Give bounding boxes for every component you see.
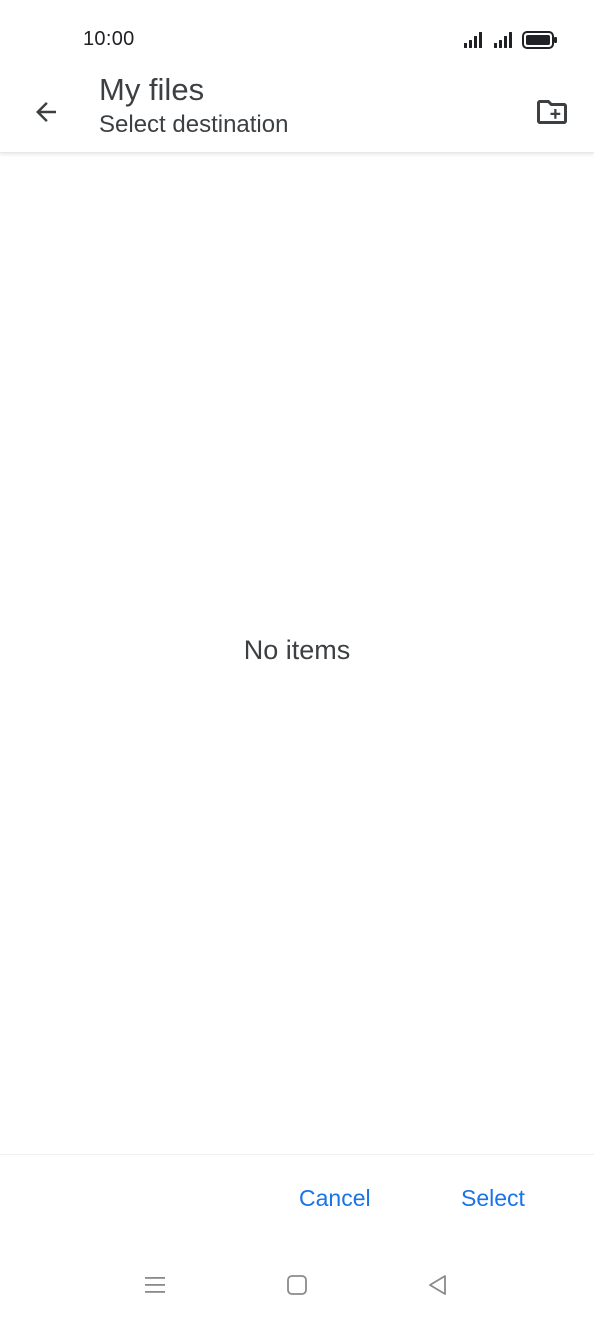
page-title: My files xyxy=(99,72,205,107)
status-bar: 10:00 xyxy=(0,0,594,72)
signal-icon xyxy=(494,32,512,48)
back-button[interactable] xyxy=(18,84,74,140)
cancel-button[interactable]: Cancel xyxy=(299,1185,371,1212)
create-new-folder-icon xyxy=(537,100,567,124)
app-bar: My files Select destination xyxy=(0,72,594,153)
file-list-area: No items xyxy=(0,153,594,1153)
new-folder-button[interactable] xyxy=(524,84,580,140)
status-time: 10:00 xyxy=(83,28,135,50)
page-subtitle: Select destination xyxy=(99,111,289,138)
menu-icon xyxy=(145,1277,165,1293)
system-nav-bar xyxy=(0,1250,594,1320)
arrow-back-icon xyxy=(36,102,56,122)
dialog-actions: Cancel Select xyxy=(0,1154,594,1247)
back-triangle-icon xyxy=(429,1275,446,1295)
battery-icon xyxy=(522,31,557,49)
home-square-icon xyxy=(287,1275,307,1295)
status-icons xyxy=(462,30,558,50)
empty-state-message: No items xyxy=(243,635,351,665)
status-icons-svg xyxy=(464,31,557,49)
select-button[interactable]: Select xyxy=(461,1185,525,1212)
title-block: My files Select destination xyxy=(99,72,288,140)
signal-icon xyxy=(464,32,482,48)
nav-back-button[interactable] xyxy=(421,1268,455,1302)
nav-home-button[interactable] xyxy=(280,1268,314,1302)
nav-menu-button[interactable] xyxy=(138,1268,172,1302)
